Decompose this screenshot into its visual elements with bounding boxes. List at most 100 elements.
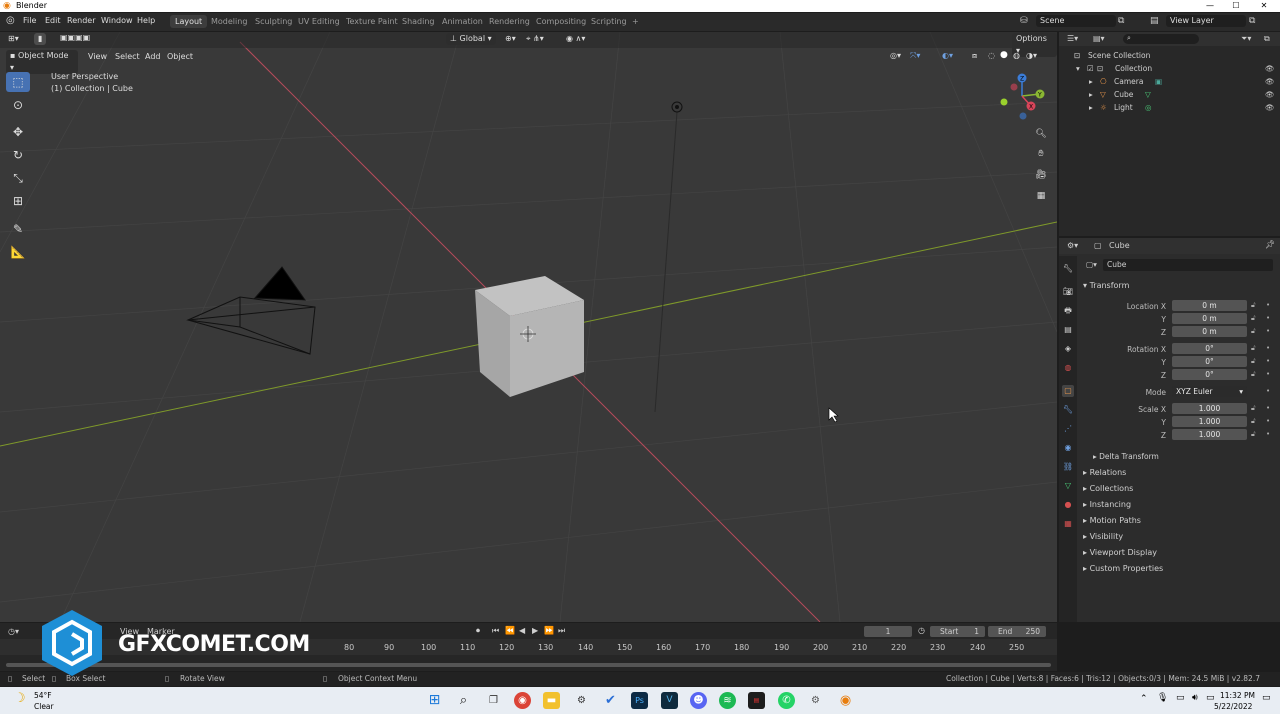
location-z-field[interactable]: 0 m [1172,326,1247,337]
move-tool[interactable]: ✥ [6,122,30,142]
object-tab-icon[interactable]: ▢ [1062,385,1074,397]
shading-solid-icon[interactable]: ● [1000,50,1008,60]
tab-animation[interactable]: Animation [437,15,488,28]
cursor-tool[interactable]: ⊙ [6,95,30,115]
tab-rendering[interactable]: Rendering [484,15,535,28]
clock-time[interactable]: 11:32 PM [1220,691,1255,700]
measure-tool[interactable]: 📐 [6,242,30,262]
microphone-icon[interactable]: 🎙︎ [1157,693,1168,703]
annotate-tool[interactable]: ✎ [6,219,30,239]
physics-tab-icon[interactable]: ◉ [1062,442,1074,454]
object-type-icon[interactable]: ▢▾ [1086,260,1097,269]
checkbox-icon[interactable]: ☑ [1087,62,1094,75]
file-explorer-icon[interactable]: ▬ [543,692,560,709]
menu-file[interactable]: File [23,16,36,25]
overlay-toggle-icon[interactable]: ◐▾ [942,51,953,60]
volume-icon[interactable]: 🔊︎ [1192,693,1198,703]
outliner-row-camera[interactable]: ▸ ⎔ Camera ▣ 👁︎ [1059,75,1280,88]
keyframe-dot-icon[interactable]: • [1266,301,1270,309]
lock-icon[interactable]: 🔓︎ [1251,357,1256,366]
location-x-field[interactable]: 0 m [1172,300,1247,311]
tab-compositing[interactable]: Compositing [531,15,591,28]
location-y-field[interactable]: 0 m [1172,313,1247,324]
lock-icon[interactable]: 🔓︎ [1251,314,1256,323]
outliner-row-scene-collection[interactable]: ⊡ Scene Collection [1059,49,1280,62]
outliner-row-light[interactable]: ▸ ☼ Light ◎ 👁︎ [1059,101,1280,114]
blender-taskbar-icon[interactable]: ◉ [837,692,854,709]
properties-editor-icon[interactable]: ⚙▾ [1067,241,1078,250]
keyframe-dot-icon[interactable]: • [1266,387,1270,395]
panel-visibility[interactable]: ▸ Visibility [1083,532,1123,541]
constraints-tab-icon[interactable]: ⛓ [1062,461,1074,473]
scale-x-field[interactable]: 1.000 [1172,403,1247,414]
keyframe-dot-icon[interactable]: • [1266,370,1270,378]
network-icon[interactable]: ▭ [1176,693,1185,703]
particles-tab-icon[interactable]: ⋰ [1062,423,1074,435]
spotify-icon[interactable]: ≋ [719,692,736,709]
next-keyframe-icon[interactable]: ⏩ [544,626,554,635]
pan-hand-icon[interactable]: ✋︎ [1033,146,1049,162]
expand-arrow-icon[interactable]: ▾ [1076,62,1080,75]
panel-motion-paths[interactable]: ▸ Motion Paths [1083,516,1141,525]
todo-app-icon[interactable]: ✔ [602,692,619,709]
eye-icon[interactable]: 👁︎ [1265,62,1275,75]
record-icon[interactable]: ⏺ [476,626,480,636]
data-tab-icon[interactable]: ▽ [1062,480,1074,492]
gizmo-toggle-icon[interactable]: ⤧▾ [910,51,920,61]
scale-y-field[interactable]: 1.000 [1172,416,1247,427]
current-frame-field[interactable]: 1 [864,626,912,637]
new-collection-icon[interactable]: ⧉ [1264,34,1270,44]
play-icon[interactable]: ▶ [532,626,538,635]
visibility-icon[interactable]: ◎▾ [890,51,901,60]
transform-tool[interactable]: ⊞ [6,191,30,211]
lock-icon[interactable]: 🔓︎ [1251,301,1256,310]
rotation-y-field[interactable]: 0° [1172,356,1247,367]
chrome-icon[interactable]: ◉ [514,692,531,709]
settings-app-icon[interactable]: ⚙ [573,692,590,709]
render-tab-icon[interactable]: 📷︎ [1062,286,1074,298]
select-tool-icon[interactable]: ▮ [34,33,47,45]
lock-icon[interactable]: 🔓︎ [1251,344,1256,353]
ortho-grid-icon[interactable]: ▦ [1033,188,1049,204]
vectorworks-icon[interactable]: V [661,692,678,709]
zoom-icon[interactable]: 🔍︎ [1033,126,1049,142]
panel-viewport-display[interactable]: ▸ Viewport Display [1083,548,1157,557]
rotate-tool[interactable]: ↻ [6,145,30,165]
weather-temperature[interactable]: 54°F [34,691,52,700]
rotation-mode-dropdown[interactable]: XYZ Euler ▾ [1172,386,1247,397]
voicemeeter-icon[interactable]: ▤ [748,692,765,709]
scene-tab-icon[interactable]: ◈ [1062,343,1074,355]
view-layer-selector[interactable]: View Layer [1166,15,1246,27]
shading-wireframe-icon[interactable]: ◌ [988,51,995,60]
photoshop-icon[interactable]: Ps [631,692,648,709]
editor-type-icon[interactable]: ⊞▾ [8,34,19,43]
windows-start-icon[interactable]: ⊞ [426,692,443,709]
object-name-field[interactable]: Cube [1103,259,1273,271]
shading-rendered-icon[interactable]: ◑▾ [1026,51,1037,60]
pin-icon[interactable]: 📌︎ [1265,240,1275,249]
new-scene-icon[interactable]: ⧉ [1118,16,1124,26]
navigation-gizmo[interactable]: Z Y X [998,72,1048,122]
menu-edit[interactable]: Edit [45,16,61,25]
new-view-layer-icon[interactable]: ⧉ [1249,16,1255,26]
preview-range-icon[interactable]: ◷ [918,626,925,635]
camera-view-icon[interactable]: 🎥︎ [1033,167,1049,183]
output-tab-icon[interactable]: 🖶 [1062,305,1074,317]
keyframe-dot-icon[interactable]: • [1266,404,1270,412]
lock-icon[interactable]: 🔓︎ [1251,417,1256,426]
add-menu[interactable]: Add [145,52,161,61]
scale-z-field[interactable]: 1.000 [1172,429,1247,440]
eye-icon[interactable]: 👁︎ [1265,101,1275,114]
texture-tab-icon[interactable]: ▦ [1062,518,1074,530]
select-box-tool[interactable]: ⬚ [6,72,30,92]
end-frame-field[interactable]: End 250 [988,626,1046,637]
modifier-tab-icon[interactable]: 🔧︎ [1062,404,1074,416]
settings-gear-icon[interactable]: ⚙ [807,692,824,709]
3d-viewport[interactable]: ⊞▾ ▮ ▣▣▣▣ ⊥ Global ▾ ⊕▾ ⌖ ⋔▾ ◉ ∧▾ Option… [0,32,1057,622]
whatsapp-icon[interactable]: ✆ [778,692,795,709]
keyframe-dot-icon[interactable]: • [1266,344,1270,352]
prev-keyframe-icon[interactable]: ⏪ [505,626,515,635]
tab-texture-paint[interactable]: Texture Paint [341,15,403,28]
expand-arrow-icon[interactable]: ▸ [1089,101,1093,114]
lock-icon[interactable]: 🔓︎ [1251,370,1256,379]
